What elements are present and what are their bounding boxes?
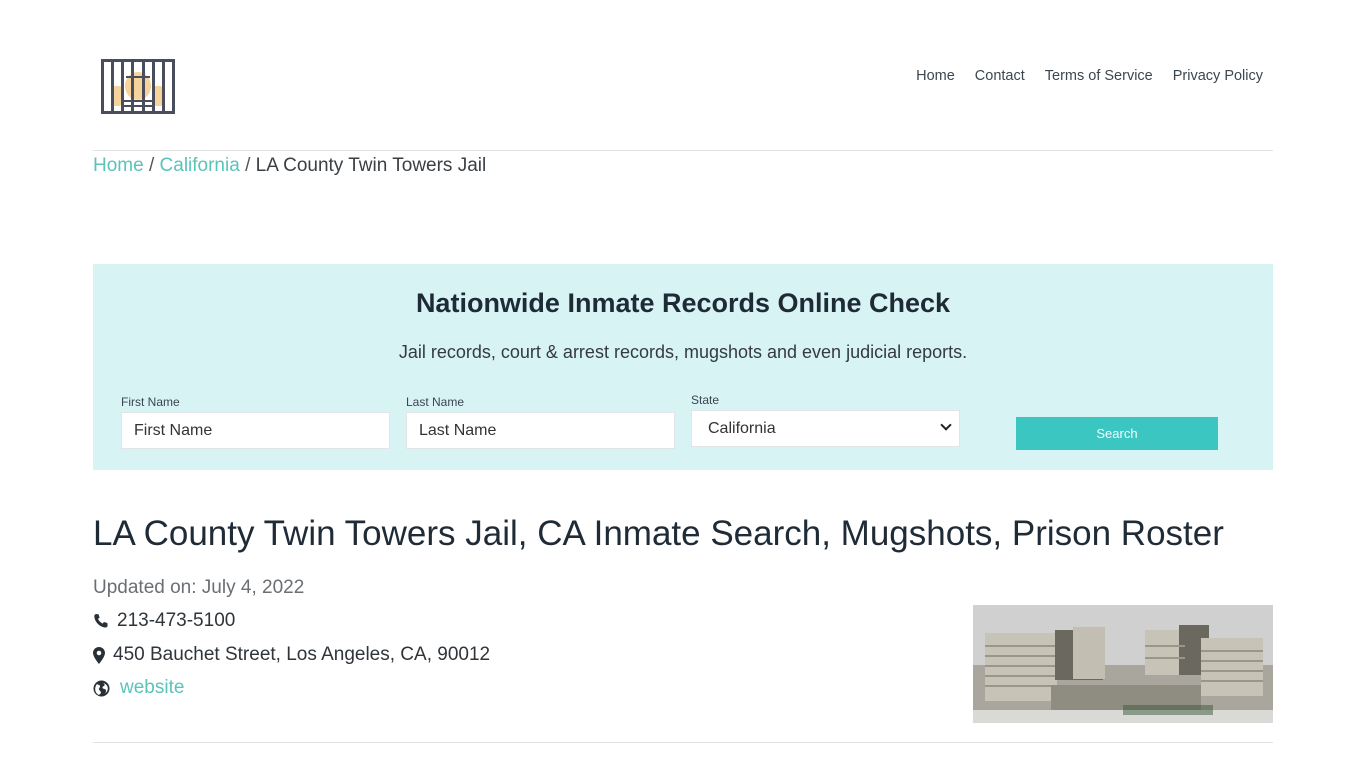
site-header: Home Contact Terms of Service Privacy Po… [93, 0, 1273, 151]
first-name-input[interactable] [121, 412, 390, 449]
search-panel-subtitle: Jail records, court & arrest records, mu… [398, 342, 968, 362]
section-divider [93, 742, 1273, 743]
jail-bars-icon[interactable] [98, 56, 178, 118]
address-text: 450 Bauchet Street, Los Angeles, CA, 900… [113, 644, 491, 665]
breadcrumb-home[interactable]: Home [93, 155, 144, 176]
breadcrumb-separator: / [245, 155, 251, 176]
search-button[interactable]: Search [1016, 417, 1218, 450]
search-panel-title: Nationwide Inmate Records Online Check [415, 288, 951, 318]
inmate-search-panel: Nationwide Inmate Records Online Check J… [93, 264, 1273, 470]
phone-number: 213-473-5100 [117, 610, 236, 631]
phone-row: 213-473-5100 [93, 610, 235, 632]
facility-photo-image [973, 605, 1273, 723]
last-name-input[interactable] [406, 412, 675, 449]
page-title: LA County Twin Towers Jail, CA Inmate Se… [93, 514, 1224, 553]
website-link[interactable]: website [120, 677, 184, 699]
state-label: State [691, 393, 720, 407]
breadcrumb-california[interactable]: California [160, 155, 240, 176]
state-group: State California [691, 393, 960, 447]
breadcrumb-separator: / [148, 155, 155, 176]
breadcrumb: Home / California / LA County Twin Tower… [93, 155, 486, 177]
phone-icon [94, 614, 108, 628]
map-marker-icon [93, 646, 105, 664]
main-nav: Home Contact Terms of Service Privacy Po… [916, 68, 1263, 84]
nav-privacy-policy[interactable]: Privacy Policy [1173, 68, 1263, 84]
globe-icon [93, 680, 110, 696]
first-name-label: First Name [121, 395, 180, 409]
first-name-group: First Name [121, 395, 390, 449]
nav-terms-of-service[interactable]: Terms of Service [1045, 68, 1153, 84]
nav-home[interactable]: Home [916, 68, 955, 84]
address-row: 450 Bauchet Street, Los Angeles, CA, 900… [93, 644, 490, 666]
website-row: website [93, 677, 184, 699]
breadcrumb-current: LA County Twin Towers Jail [255, 155, 487, 176]
updated-date: Updated on: July 4, 2022 [93, 577, 305, 598]
facility-photo [973, 605, 1273, 723]
last-name-group: Last Name [406, 395, 675, 449]
last-name-label: Last Name [406, 395, 465, 409]
state-select[interactable]: California [691, 410, 960, 447]
nav-contact[interactable]: Contact [975, 68, 1025, 84]
